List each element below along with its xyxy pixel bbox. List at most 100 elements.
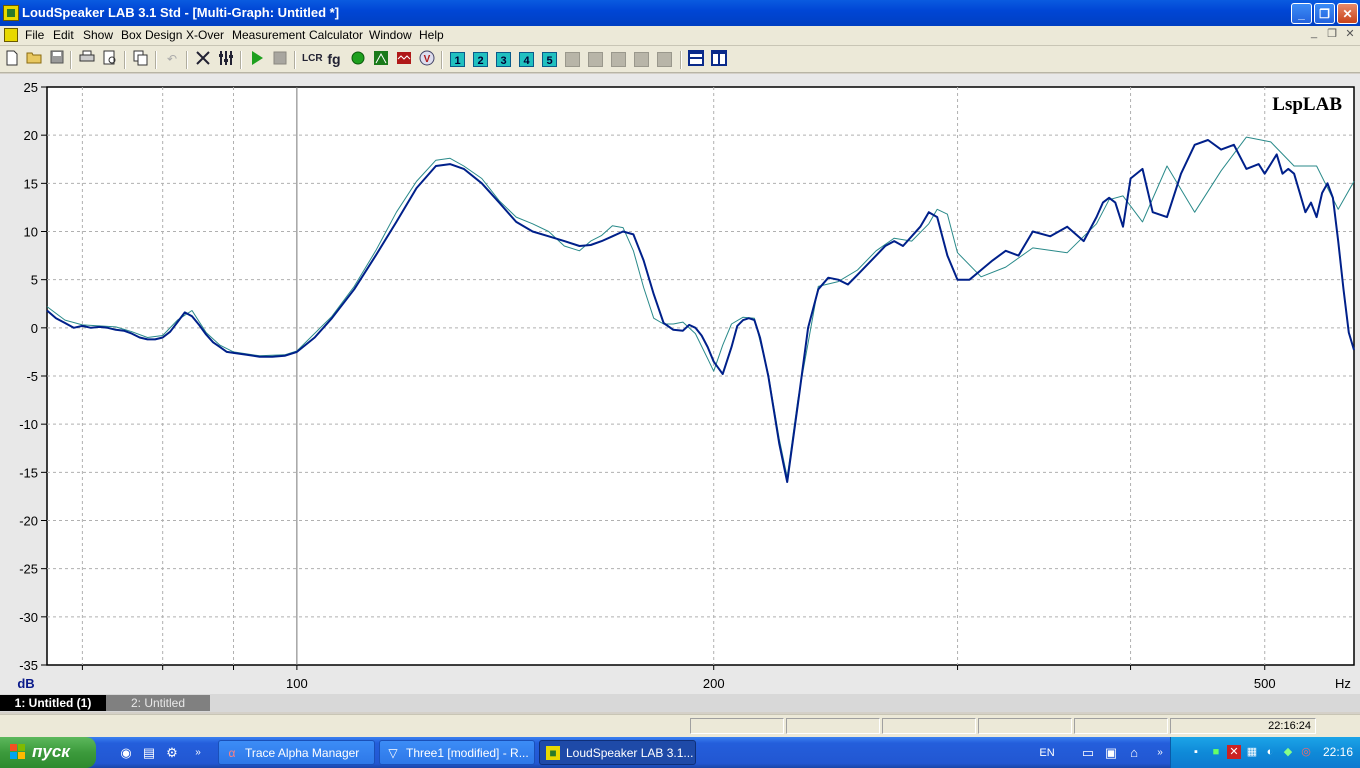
menu-x-over[interactable]: X-Over (186, 28, 224, 42)
green-box-icon[interactable] (372, 50, 390, 68)
menu-help[interactable]: Help (419, 28, 444, 42)
y-tick-label: 25 (24, 80, 38, 95)
menu-calculator[interactable]: Calculator (309, 28, 363, 42)
three1-icon: ▽ (388, 746, 398, 760)
tab-untitled-2[interactable]: 2: Untitled (106, 695, 210, 711)
restore-button[interactable]: ❐ (1314, 3, 1335, 24)
window-title: LoudSpeaker LAB 3.1 Std - [Multi-Graph: … (22, 5, 340, 20)
title-bar: LoudSpeaker LAB 3.1 Std - [Multi-Graph: … (0, 0, 1360, 26)
mdi-close-button[interactable]: ✕ (1342, 27, 1358, 40)
split-horizontal-icon[interactable] (687, 50, 705, 68)
windows-logo-icon (10, 744, 26, 760)
x-tick-label: 200 (703, 676, 725, 691)
print-preview-icon[interactable] (101, 50, 119, 68)
status-panel-1 (690, 718, 784, 734)
quicklaunch-browser-icon[interactable]: ◉ (118, 745, 134, 761)
status-clock: 22:16:24 (1170, 718, 1316, 734)
sliders-icon[interactable] (217, 50, 235, 68)
grey-button-4[interactable] (634, 52, 649, 67)
menu-window[interactable]: Window (369, 28, 412, 42)
y-tick-label: -15 (19, 465, 38, 480)
tray-icon-1[interactable]: ▪ (1189, 745, 1203, 759)
v-icon[interactable]: V (418, 50, 436, 68)
task-label: Trace Alpha Manager (245, 746, 360, 760)
task-three1[interactable]: ▽ Three1 [modified] - R... (379, 740, 535, 765)
start-button[interactable]: пуск (0, 737, 96, 768)
page-1-button[interactable]: 1 (450, 52, 465, 67)
copy-icon[interactable] (132, 50, 150, 68)
start-label: пуск (32, 742, 70, 761)
grey-button-5[interactable] (657, 52, 672, 67)
quicklaunch-more-icon[interactable]: » (190, 745, 206, 761)
tray-icon-4[interactable]: ▦ (1245, 745, 1259, 759)
grey-button-2[interactable] (588, 52, 603, 67)
menu-bar: File Edit Show Box Design X-Over Measure… (0, 26, 1360, 46)
y-tick-label: -30 (19, 610, 38, 625)
undo-icon[interactable]: ↶ (163, 50, 181, 68)
toolbar: ↶ LCR fg V 1 2 3 4 5 (0, 46, 1360, 73)
fg-icon[interactable]: fg (325, 50, 343, 68)
stop-icon[interactable] (271, 50, 289, 68)
y-tick-label: 5 (31, 273, 38, 288)
tray-icon-2[interactable]: ■ (1209, 745, 1223, 759)
page-5-button[interactable]: 5 (542, 52, 557, 67)
save-icon[interactable] (48, 50, 66, 68)
mdi-restore-button[interactable]: ❐ (1324, 27, 1340, 40)
x-tick-label: 100 (286, 676, 308, 691)
page-4-button[interactable]: 4 (519, 52, 534, 67)
status-panel-5 (1074, 718, 1168, 734)
task-label: LoudSpeaker LAB 3.1... (566, 746, 694, 760)
tray-icon-7[interactable]: ◎ (1299, 745, 1313, 759)
mdi-minimize-button[interactable]: _ (1306, 27, 1322, 39)
system-tray: ▪ ■ ✕ ▦ ◐ ◆ ◎ 22:16 (1170, 737, 1360, 768)
quicklaunch-pdf-icon[interactable]: ▤ (141, 745, 157, 761)
y-tick-label: -35 (19, 658, 38, 673)
tray-sound-icon[interactable]: ◐ (1263, 745, 1277, 759)
graph-tabs: 1: Untitled (1) 2: Untitled (0, 694, 1360, 712)
y-tick-label: -5 (26, 369, 38, 384)
language-indicator[interactable]: EN (1036, 745, 1058, 761)
task-trace-alpha-manager[interactable]: α Trace Alpha Manager (218, 740, 375, 765)
tray-close-icon[interactable]: ✕ (1227, 745, 1241, 759)
tray-more-icon[interactable]: » (1152, 745, 1168, 761)
page-3-button[interactable]: 3 (496, 52, 511, 67)
document-icon[interactable] (4, 28, 18, 42)
x-tick-label: 500 (1254, 676, 1276, 691)
red-box-icon[interactable] (395, 50, 413, 68)
y-axis-labels: 25 20 15 10 5 0 -5 -10 -15 -20 -25 -30 -35 (19, 80, 47, 673)
tray-icon-6[interactable]: ◆ (1281, 745, 1295, 759)
menu-edit[interactable]: Edit (53, 28, 74, 42)
close-button[interactable]: ✕ (1337, 3, 1358, 24)
menu-measurement[interactable]: Measurement (232, 28, 305, 42)
minimize-button[interactable]: _ (1291, 3, 1312, 24)
print-icon[interactable] (78, 50, 96, 68)
lcr-icon[interactable]: LCR (302, 50, 323, 68)
status-panel-4 (978, 718, 1072, 734)
page-2-button[interactable]: 2 (473, 52, 488, 67)
split-vertical-icon[interactable] (710, 50, 728, 68)
green-circle-icon[interactable] (349, 50, 367, 68)
y-tick-label: 20 (24, 128, 38, 143)
task-loudspeaker-lab[interactable]: ■ LoudSpeaker LAB 3.1... (539, 740, 696, 765)
grey-button-3[interactable] (611, 52, 626, 67)
tray-monitor-icon[interactable]: ▣ (1103, 745, 1119, 761)
menu-box-design[interactable]: Box Design (121, 28, 182, 42)
tab-untitled-1[interactable]: 1: Untitled (1) (0, 695, 106, 711)
y-tick-label: 15 (24, 176, 38, 191)
y-tick-label: 0 (31, 321, 38, 336)
new-file-icon[interactable] (3, 50, 21, 68)
tray-network-icon[interactable]: ⌂ (1126, 745, 1142, 761)
play-icon[interactable] (248, 50, 266, 68)
tools-icon[interactable] (194, 50, 212, 68)
quicklaunch-app-icon[interactable]: ⚙ (164, 745, 180, 761)
tray-folder-icon[interactable]: ▭ (1080, 745, 1096, 761)
menu-show[interactable]: Show (83, 28, 113, 42)
open-folder-icon[interactable] (25, 50, 43, 68)
x-axis-labels: 100 200 500 (286, 676, 1276, 691)
frequency-response-chart[interactable]: 25 20 15 10 5 0 -5 -10 -15 -20 -25 -30 -35 100 200 500… (0, 74, 1360, 694)
grey-button-1[interactable] (565, 52, 580, 67)
y-tick-label: -20 (19, 514, 38, 529)
taskbar: пуск ◉ ▤ ⚙ » α Trace Alpha Manager ▽ Thr… (0, 737, 1360, 768)
status-panel-2 (786, 718, 880, 734)
menu-file[interactable]: File (25, 28, 44, 42)
